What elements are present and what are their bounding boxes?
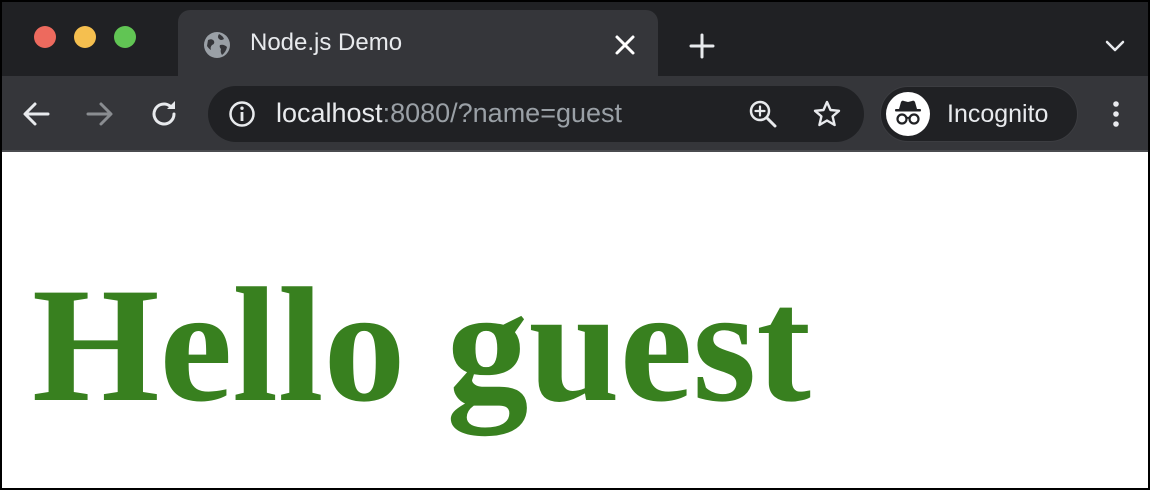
more-menu-icon[interactable]: [1100, 98, 1132, 130]
tab-title: Node.js Demo: [250, 29, 403, 56]
new-tab-icon[interactable]: [688, 32, 716, 60]
chevron-down-icon[interactable]: [1102, 36, 1128, 56]
window-maximize-button[interactable]: [114, 26, 136, 48]
page-heading: Hello guest: [32, 255, 811, 436]
reload-icon[interactable]: [148, 98, 180, 130]
incognito-profile-button[interactable]: Incognito: [880, 86, 1078, 142]
tab-node-demo[interactable]: Node.js Demo: [178, 10, 658, 76]
address-bar[interactable]: localhost:8080/?name=guest: [208, 86, 864, 142]
toolbar: localhost:8080/?name=guest Incognito: [2, 76, 1148, 152]
zoom-in-icon[interactable]: [748, 99, 778, 129]
incognito-label: Incognito: [947, 100, 1049, 128]
incognito-icon: [895, 100, 921, 125]
globe-icon: [204, 32, 230, 58]
bookmark-star-icon[interactable]: [812, 99, 842, 129]
title-bar: Node.js Demo: [2, 2, 1148, 76]
window-minimize-button[interactable]: [74, 26, 96, 48]
forward-arrow-icon[interactable]: [84, 98, 116, 130]
url-text[interactable]: localhost:8080/?name=guest: [276, 98, 622, 129]
url-path: :8080/?name=guest: [382, 98, 623, 128]
browser-window: Node.js Demo localhost:8080/?name=guest …: [0, 0, 1150, 490]
info-icon[interactable]: [228, 100, 256, 128]
url-host: localhost: [276, 98, 383, 128]
window-close-button[interactable]: [34, 26, 56, 48]
back-arrow-icon[interactable]: [20, 98, 52, 130]
page-content: Hello guest: [2, 152, 1148, 488]
avatar: [886, 92, 930, 136]
close-tab-icon[interactable]: [612, 32, 638, 58]
